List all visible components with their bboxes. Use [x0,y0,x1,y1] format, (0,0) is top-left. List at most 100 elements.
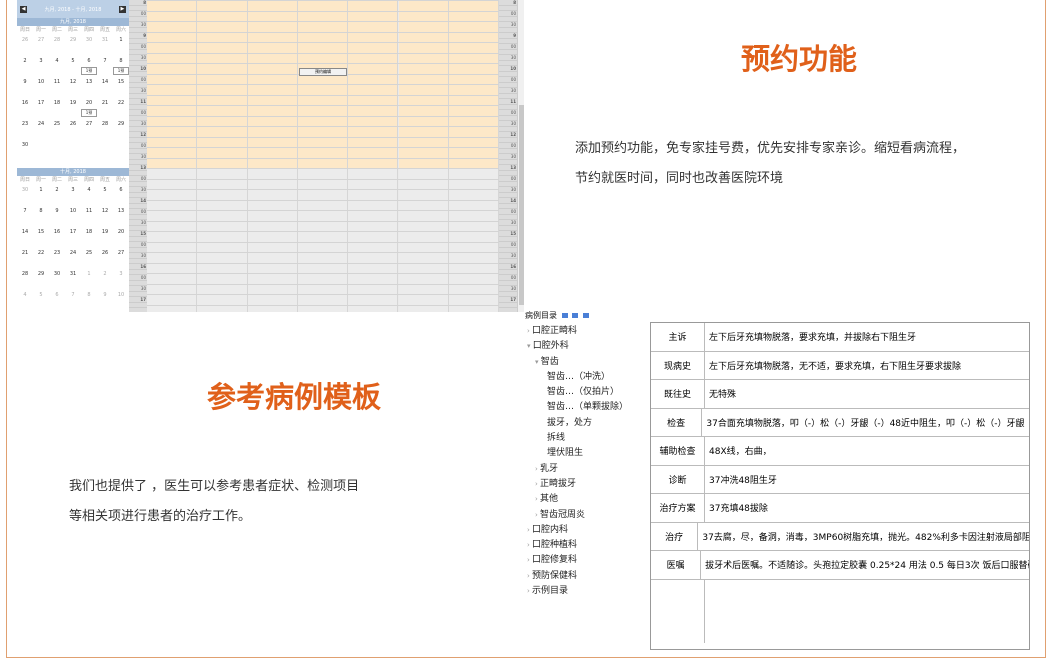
calendar-day[interactable]: 7 [65,292,81,310]
calendar-day[interactable]: 17 [33,100,49,118]
calendar-day[interactable]: 19 [97,229,113,247]
calendar-day[interactable]: 3 [65,187,81,205]
appointment-schedule[interactable]: 8 00 30 9 00 30 10 00 30 11 00 30 12 00 30 13 00 30 14 00 30… [129,0,524,312]
calendar-day[interactable]: 13 [81,79,97,97]
calendar-day[interactable]: 20 1预 [81,100,97,118]
calendar-day[interactable]: 10 [113,292,129,310]
calendar-day[interactable]: 8 1预 [113,58,129,76]
calendar-day[interactable]: 30 [17,142,33,160]
calendar-day[interactable]: 5 [97,187,113,205]
tree-node[interactable]: 智齿…（冲洗） [527,370,628,385]
calendar-day[interactable]: 8 [33,208,49,226]
calendar-day[interactable]: 26 [17,37,33,55]
calendar-day[interactable]: 10 [65,208,81,226]
appointment-edit-button[interactable]: 预约编辑 [299,68,347,76]
tree-node[interactable]: › 口腔内科 [527,523,628,538]
calendar-day[interactable]: 11 [49,79,65,97]
tree-node[interactable]: 智齿…（单颗拔除） [527,400,628,415]
calendar-day[interactable]: 15 [113,79,129,97]
calendar-day[interactable]: 2 [49,187,65,205]
appointment-count-tag[interactable]: 1预 [81,67,97,75]
tree-node[interactable]: › 示例目录 [527,584,628,599]
calendar-day[interactable]: 24 [65,250,81,268]
calendar-day[interactable]: 19 [65,100,81,118]
schedule-grid[interactable] [147,0,500,312]
calendar-day[interactable]: 28 [49,37,65,55]
calendar-day[interactable]: 2 [97,271,113,289]
calendar-day[interactable]: 3 [33,58,49,76]
tree-node[interactable]: › 预防保健科 [527,569,628,584]
calendar-day[interactable]: 25 [81,250,97,268]
tree-node[interactable]: 拔牙，处方 [527,416,628,431]
tree-node[interactable]: ▾ 口腔外科 [527,339,628,354]
calendar-day[interactable]: 1 [113,37,129,55]
calendar-day[interactable]: 10 [33,79,49,97]
record-field-value[interactable]: 左下后牙充填物脱落，无不适，要求充填，右下阻生牙要求拔除 [705,359,961,372]
calendar-day[interactable]: 20 [113,229,129,247]
calendar-day[interactable]: 4 [17,292,33,310]
prev-month-icon[interactable]: ◀ [20,5,27,13]
record-field-value[interactable]: 拔牙术后医嘱。不适随诊。头孢拉定胶囊 0.25*24 用法 0.5 每日3次 饭… [701,558,1029,571]
calendar-day[interactable]: 31 [65,271,81,289]
schedule-scrollbar[interactable] [517,0,524,312]
calendar-day[interactable]: 29 [113,121,129,139]
calendar-day[interactable]: 8 [81,292,97,310]
tree-node[interactable]: 智齿…（仅拍片） [527,385,628,400]
calendar-day[interactable]: 4 [81,187,97,205]
calendar-day[interactable]: 9 [49,208,65,226]
calendar-day[interactable]: 4 [49,58,65,76]
calendar-day[interactable]: 30 [81,37,97,55]
calendar-day[interactable]: 24 [33,121,49,139]
record-field-value[interactable]: 无特殊 [705,387,736,400]
calendar-day[interactable]: 28 [17,271,33,289]
calendar-day[interactable]: 31 [97,37,113,55]
appointment-count-tag[interactable]: 1预 [81,109,97,117]
calendar-day[interactable]: 7 [97,58,113,76]
record-field-value[interactable]: 37冲洗48阻生牙 [705,473,777,486]
tree-node[interactable]: › 智齿冠周炎 [527,508,628,523]
calendar-day[interactable]: 29 [33,271,49,289]
calendar-day[interactable]: 9 [97,292,113,310]
calendar-day[interactable]: 11 [81,208,97,226]
calendar-day[interactable]: 25 [49,121,65,139]
record-field-value[interactable]: 左下后牙充填物脱落，要求充填，并拔除右下阻生牙 [705,330,916,343]
record-field-value[interactable]: 37充填48拔除 [705,501,768,514]
calendar-day[interactable]: 2 [17,58,33,76]
calendar-day[interactable]: 21 [97,100,113,118]
tree-node[interactable]: › 乳牙 [527,462,628,477]
calendar-day[interactable]: 14 [17,229,33,247]
calendar-day[interactable]: 22 [33,250,49,268]
schedule-day-column[interactable] [247,0,298,312]
calendar-day[interactable]: 7 [17,208,33,226]
calendar-day[interactable]: 6 [49,292,65,310]
add-icon[interactable] [582,313,589,318]
tree-node[interactable]: 拆线 [527,431,628,446]
calendar-day[interactable]: 21 [17,250,33,268]
schedule-day-column[interactable] [348,0,399,312]
calendar-day[interactable]: 16 [49,229,65,247]
schedule-day-column[interactable] [398,0,449,312]
calendar-day[interactable]: 16 [17,100,33,118]
calendar-day[interactable]: 18 [81,229,97,247]
schedule-day-column[interactable] [147,0,198,312]
tree-node[interactable]: › 口腔种植科 [527,538,628,553]
tree-node[interactable]: › 口腔修复科 [527,553,628,568]
calendar-day[interactable]: 17 [65,229,81,247]
schedule-day-column[interactable] [448,0,500,312]
tree-node[interactable]: ▾ 智齿 [527,355,628,370]
calendar-day[interactable]: 18 [49,100,65,118]
calendar-day[interactable]: 27 [33,37,49,55]
schedule-day-column[interactable] [197,0,248,312]
calendar-day[interactable]: 9 [17,79,33,97]
calendar-day[interactable]: 27 [113,250,129,268]
calendar-day[interactable]: 14 [97,79,113,97]
tree-node[interactable]: › 正畸拔牙 [527,477,628,492]
tree-node[interactable]: › 其他 [527,492,628,507]
calendar-day[interactable]: 23 [17,121,33,139]
calendar-day[interactable]: 6 [113,187,129,205]
appointment-count-tag[interactable]: 1预 [113,67,129,75]
calendar-day[interactable]: 30 [49,271,65,289]
calendar-day[interactable]: 5 [33,292,49,310]
calendar-day[interactable]: 1 [81,271,97,289]
expand-icon[interactable] [572,313,579,318]
